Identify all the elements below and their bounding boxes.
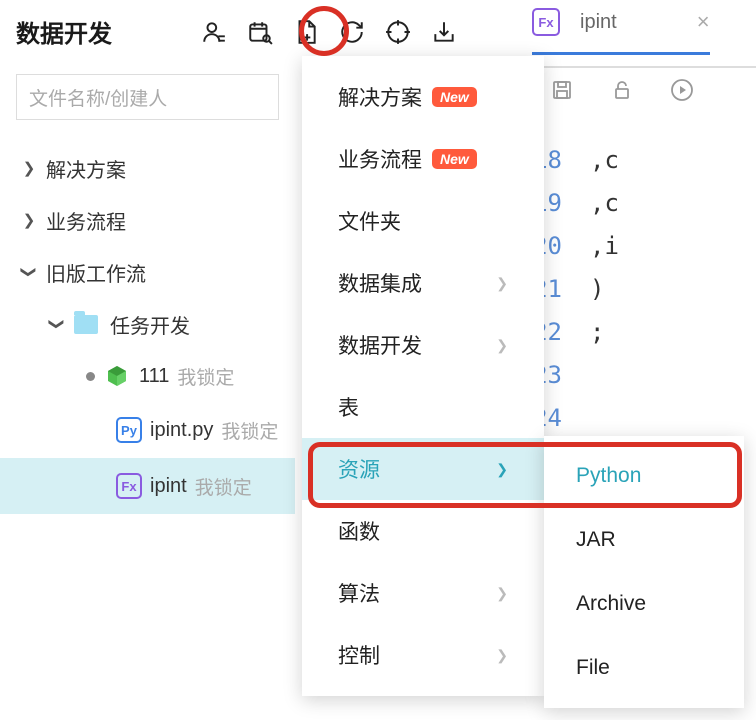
submenu-file[interactable]: File <box>544 636 744 700</box>
lock-text: 我锁定 <box>177 363 234 390</box>
lock-icon[interactable] <box>610 78 634 107</box>
menu-label: 资源 <box>338 454 380 484</box>
tree-label: 解决方案 <box>46 154 126 183</box>
new-file-icon[interactable] <box>292 18 320 46</box>
folder-icon <box>74 315 98 334</box>
run-icon[interactable] <box>670 78 694 107</box>
submenu-jar[interactable]: JAR <box>544 508 744 572</box>
editor-tab[interactable]: Fx ipint × <box>532 8 710 55</box>
tree-item-111[interactable]: 111 我锁定 <box>0 350 295 402</box>
code-text: ,i <box>590 232 619 260</box>
menu-label: 数据开发 <box>338 330 422 360</box>
lock-text: 我锁定 <box>221 417 278 444</box>
menu-function[interactable]: 函数 <box>302 500 544 562</box>
menu-label: 函数 <box>338 516 380 546</box>
tree-label: ipint.py <box>150 419 213 442</box>
menu-table[interactable]: 表 <box>302 376 544 438</box>
menu-data-integration[interactable]: 数据集成 ❯ <box>302 252 544 314</box>
tree-label: 任务开发 <box>110 310 190 339</box>
search-placeholder: 文件名称/创建人 <box>29 84 167 111</box>
chevron-right-icon: ❯ <box>496 337 508 354</box>
menu-label: 算法 <box>338 578 380 608</box>
refresh-icon[interactable] <box>338 18 366 46</box>
chevron-right-icon: ❯ <box>496 275 508 292</box>
code-text: ,c <box>590 189 619 217</box>
submenu-archive[interactable]: Archive <box>544 572 744 636</box>
menu-label: 数据集成 <box>338 268 422 298</box>
code-text: ,c <box>590 146 619 174</box>
close-icon[interactable]: × <box>697 9 710 35</box>
menu-algorithm[interactable]: 算法 ❯ <box>302 562 544 624</box>
tree-task-dev[interactable]: ❯ 任务开发 <box>0 298 295 350</box>
import-icon[interactable] <box>430 18 458 46</box>
tree-item-ipint[interactable]: Fx ipint 我锁定 <box>0 458 295 514</box>
new-badge: New <box>432 87 477 107</box>
tree-solution[interactable]: ❯ 解决方案 <box>0 142 295 194</box>
menu-label: 控制 <box>338 640 380 670</box>
chevron-right-icon: ❯ <box>496 585 508 602</box>
submenu-label: File <box>576 656 610 680</box>
new-menu: 解决方案 New 业务流程 New 文件夹 数据集成 ❯ 数据开发 ❯ 表 资源 ❯… <box>302 56 544 696</box>
submenu-label: Python <box>576 464 641 488</box>
python-file-icon: Py <box>116 417 142 443</box>
tree-business-flow[interactable]: ❯ 业务流程 <box>0 194 295 246</box>
tree-label: 111 <box>139 365 169 388</box>
code-toolbar <box>550 78 694 107</box>
submenu-label: Archive <box>576 592 646 616</box>
tree-label: 旧版工作流 <box>46 258 146 287</box>
function-file-icon: Fx <box>116 473 142 499</box>
submenu-label: JAR <box>576 528 616 552</box>
tree-old-workflow[interactable]: ❯ 旧版工作流 <box>0 246 295 298</box>
new-badge: New <box>432 149 477 169</box>
sidebar: 数据开发 文件名称/创建人 ❯ 解决方案 ❯ 业务流程 ❯ 旧版工作流 ❯ 任务… <box>0 0 296 720</box>
menu-label: 业务流程 <box>338 144 422 174</box>
menu-label: 文件夹 <box>338 206 401 236</box>
menu-control[interactable]: 控制 ❯ <box>302 624 544 686</box>
code-text: ) <box>590 275 604 303</box>
editor-tab-filename: ipint <box>580 11 617 34</box>
chevron-right-icon: ❯ <box>496 647 508 664</box>
tree-label: ipint <box>150 475 187 498</box>
target-icon[interactable] <box>384 18 412 46</box>
code-text: ; <box>590 318 604 346</box>
user-icon[interactable] <box>200 18 228 46</box>
menu-resource[interactable]: 资源 ❯ <box>302 438 544 500</box>
submenu-python[interactable]: Python <box>544 444 744 508</box>
menu-solution[interactable]: 解决方案 New <box>302 66 544 128</box>
chevron-down-icon: ❯ <box>20 263 38 281</box>
menu-label: 解决方案 <box>338 82 422 112</box>
tree-label: 业务流程 <box>46 206 126 235</box>
menu-data-dev[interactable]: 数据开发 ❯ <box>302 314 544 376</box>
chevron-right-icon: ❯ <box>20 211 38 229</box>
toolbar <box>200 18 458 46</box>
menu-business-flow[interactable]: 业务流程 New <box>302 128 544 190</box>
cube-icon <box>105 364 129 388</box>
search-input[interactable]: 文件名称/创建人 <box>16 74 279 120</box>
chevron-down-icon: ❯ <box>48 315 66 333</box>
function-file-icon: Fx <box>532 8 560 36</box>
lock-text: 我锁定 <box>195 473 252 500</box>
chevron-right-icon: ❯ <box>20 159 38 177</box>
tree-item-ipintpy[interactable]: Py ipint.py 我锁定 <box>0 402 295 458</box>
save-icon[interactable] <box>550 78 574 107</box>
tree: ❯ 解决方案 ❯ 业务流程 ❯ 旧版工作流 ❯ 任务开发 111 我锁定 Py … <box>0 138 295 518</box>
chevron-right-icon: ❯ <box>496 461 508 478</box>
dot-icon <box>86 372 95 381</box>
resource-submenu: Python JAR Archive File <box>544 436 744 708</box>
menu-label: 表 <box>338 392 359 422</box>
calendar-search-icon[interactable] <box>246 18 274 46</box>
menu-folder[interactable]: 文件夹 <box>302 190 544 252</box>
